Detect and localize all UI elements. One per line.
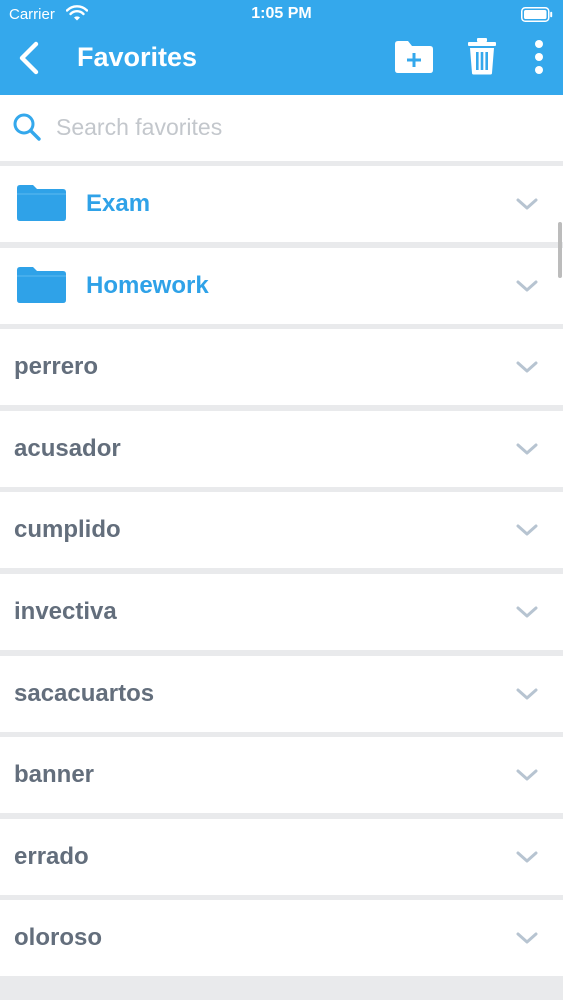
word-label: acusador bbox=[14, 434, 121, 462]
battery-icon bbox=[521, 7, 553, 22]
delete-button[interactable] bbox=[466, 36, 498, 76]
word-row[interactable]: acusador bbox=[0, 410, 563, 487]
word-label: errado bbox=[14, 842, 89, 870]
more-options-button[interactable] bbox=[528, 38, 550, 76]
chevron-down-icon[interactable] bbox=[514, 194, 540, 214]
folder-row-exam[interactable]: Exam bbox=[0, 166, 563, 242]
folder-icon bbox=[17, 266, 66, 303]
word-row[interactable]: sacacuartos bbox=[0, 655, 563, 732]
search-icon bbox=[13, 113, 41, 141]
word-label: cumplido bbox=[14, 516, 121, 544]
status-time: 1:05 PM bbox=[251, 5, 312, 22]
back-button[interactable] bbox=[14, 40, 44, 76]
word-row[interactable]: errado bbox=[0, 818, 563, 895]
word-label: oloroso bbox=[14, 924, 102, 952]
new-folder-button[interactable] bbox=[393, 39, 435, 75]
word-row[interactable]: invectiva bbox=[0, 573, 563, 650]
folder-label: Homework bbox=[86, 271, 209, 299]
chevron-down-icon[interactable] bbox=[514, 602, 540, 622]
scroll-indicator[interactable] bbox=[558, 222, 562, 278]
chevron-down-icon[interactable] bbox=[514, 765, 540, 785]
word-row[interactable]: banner bbox=[0, 737, 563, 814]
status-bar: Carrier 1:05 PM bbox=[0, 0, 563, 30]
folder-row-homework[interactable]: Homework bbox=[0, 247, 563, 324]
chevron-down-icon[interactable] bbox=[514, 928, 540, 948]
chevron-left-icon bbox=[19, 41, 39, 75]
favorites-list: Exam Homework perrero acusador cumplido bbox=[0, 166, 563, 982]
more-vertical-icon bbox=[535, 40, 543, 74]
word-row[interactable]: cumplido bbox=[0, 492, 563, 569]
chevron-down-icon[interactable] bbox=[514, 684, 540, 704]
search-input[interactable] bbox=[56, 109, 536, 145]
word-label: banner bbox=[14, 761, 95, 789]
folder-plus-icon bbox=[395, 41, 433, 73]
folder-icon bbox=[17, 185, 66, 221]
folder-label: Exam bbox=[86, 190, 151, 217]
chevron-down-icon[interactable] bbox=[514, 357, 540, 377]
word-row[interactable]: perrero bbox=[0, 329, 563, 406]
chevron-down-icon[interactable] bbox=[514, 276, 540, 296]
chevron-down-icon[interactable] bbox=[514, 847, 540, 867]
navigation-header: Carrier 1:05 PM Favorites bbox=[0, 0, 563, 95]
chevron-down-icon[interactable] bbox=[514, 520, 540, 540]
word-label: perrero bbox=[14, 353, 99, 381]
search-bar bbox=[0, 95, 563, 161]
page-title: Favorites bbox=[77, 42, 198, 72]
word-label: invectiva bbox=[14, 597, 117, 625]
chevron-down-icon[interactable] bbox=[514, 439, 540, 459]
word-label: sacacuartos bbox=[14, 679, 155, 707]
word-row[interactable]: oloroso bbox=[0, 900, 563, 977]
trash-icon bbox=[468, 38, 496, 75]
